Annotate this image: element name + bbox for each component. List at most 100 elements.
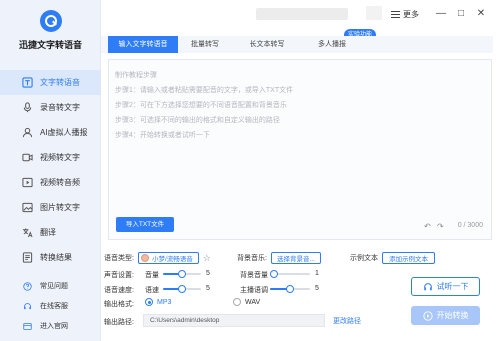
sidebar-item-translate[interactable]: 翻译 [0, 220, 101, 245]
translate-icon [22, 227, 33, 238]
bg-volume-slider[interactable] [270, 269, 310, 279]
sidebar-bottom-nav: 常见问题 在线客服 进入官网 [0, 276, 101, 336]
sidebar-item-label: 翻译 [40, 228, 56, 237]
support-icon [22, 301, 33, 312]
sidebar-item-video-to-audio[interactable]: 视频转音频 [0, 170, 101, 195]
app-title: 迅捷文字转语音 [18, 40, 82, 50]
volume-label: 音量 [145, 272, 159, 279]
tutorial-heading: 制作教程步骤 [115, 72, 157, 79]
slider-knob[interactable] [178, 285, 186, 293]
maximize-button[interactable]: □ [456, 9, 466, 19]
sidebar-item-website[interactable]: 进入官网 [0, 316, 101, 336]
voice-value: 小梦/流畅语音 [151, 256, 193, 263]
tab-batch[interactable]: 批量转写 [179, 36, 231, 53]
add-sample-text-button[interactable]: 添加示例文本 [382, 252, 435, 264]
tab-text-to-speech[interactable]: 输入文字转语音 [108, 36, 178, 53]
app-logo-icon [39, 10, 62, 32]
format-wav-option[interactable]: WAV [233, 298, 260, 306]
sample-text-label: 示例文本 [350, 255, 378, 262]
format-label: 输出格式: [104, 301, 134, 308]
app-logo-area: 迅捷文字转语音 [0, 10, 101, 60]
website-icon [22, 321, 33, 332]
path-label: 输出路径: [104, 319, 134, 326]
faq-icon [22, 281, 33, 292]
bg-volume-value: 1 [315, 270, 319, 277]
speed-value: 5 [206, 285, 210, 292]
radio-wav[interactable] [233, 298, 241, 306]
format-mp3-label: MP3 [157, 298, 172, 306]
voice-type-label: 语音类型: [104, 255, 134, 262]
listen-button[interactable]: 试听一下 [411, 277, 480, 296]
recording-icon [22, 102, 33, 113]
title-bar: 更多 — □ ✕ [101, 0, 500, 32]
bg-music-row: 背景音乐: 选择背景音... [237, 252, 321, 264]
redo-icon[interactable]: ↷ [437, 222, 444, 231]
start-convert-button[interactable]: 开始转换 [411, 306, 480, 325]
sidebar-item-label: 转换结果 [40, 253, 72, 262]
convert-button-label: 开始转换 [436, 311, 469, 320]
radio-mp3[interactable] [145, 298, 153, 306]
headphones-icon [423, 282, 432, 290]
sidebar-item-label: AI虚拟人播报 [40, 128, 88, 137]
change-path-link[interactable]: 更改路径 [333, 316, 361, 326]
output-path-field[interactable]: C:\Users\admin\desktop [143, 314, 325, 327]
minimize-button[interactable]: — [436, 9, 446, 19]
speed-slider[interactable] [163, 284, 201, 294]
speed-label: 语音速度: [104, 287, 134, 294]
volume-value: 5 [206, 270, 210, 277]
sidebar-item-text-to-speech[interactable]: 文字转语音 [0, 70, 101, 95]
sidebar-item-label: 视频转文字 [40, 153, 80, 162]
results-icon [22, 252, 33, 263]
sound-setting-label: 声音设置: [104, 272, 134, 279]
sidebar-item-label: 文字转语音 [40, 78, 80, 87]
sample-text-row: 示例文本 添加示例文本 [350, 252, 435, 264]
import-txt-button[interactable]: 导入TXT文件 [116, 217, 174, 232]
slider-knob[interactable] [286, 285, 294, 293]
sidebar-item-label: 进入官网 [40, 323, 68, 330]
sidebar-item-label: 图片转文字 [40, 203, 80, 212]
tab-bar: 输入文字转语音 批量转写 长文本转写 多人播报 [101, 36, 493, 53]
format-mp3-option[interactable]: MP3 [145, 298, 171, 306]
sidebar-item-recording-to-text[interactable]: 录音转文字 [0, 95, 101, 120]
tab-multi-voice[interactable]: 多人播报 [306, 36, 358, 53]
sidebar-item-image-to-text[interactable]: 图片转文字 [0, 195, 101, 220]
sidebar-item-ai-avatar[interactable]: AI虚拟人播报 [0, 120, 101, 145]
sidebar: 迅捷文字转语音 文字转语音 录音转文字 AI虚拟人播报 视频转文字 视频转音频 … [0, 0, 101, 341]
voice-select[interactable]: 小梦/流畅语音 [137, 252, 199, 264]
sidebar-item-video-to-text[interactable]: 视频转文字 [0, 145, 101, 170]
tutorial-step: 步骤4：开始转换或者试听一下 [115, 132, 210, 139]
volume-slider[interactable] [163, 269, 201, 279]
menu-icon [391, 11, 400, 18]
slider-knob[interactable] [270, 270, 278, 278]
format-wav-label: WAV [245, 298, 261, 306]
sidebar-nav: 文字转语音 录音转文字 AI虚拟人播报 视频转文字 视频转音频 图片转文字 翻译… [0, 70, 101, 270]
sidebar-item-label: 录音转文字 [40, 103, 80, 112]
video-to-audio-icon [22, 177, 33, 188]
undo-icon[interactable]: ↶ [424, 222, 431, 231]
ai-avatar-icon [22, 127, 33, 138]
tutorial-step: 步骤2：可在下方选择您想要的不同语音配置和背景音乐 [115, 102, 287, 109]
slider-knob[interactable] [178, 270, 186, 278]
voice-type-row: 语音类型: 小梦/流畅语音 ☆ [104, 252, 211, 264]
close-button[interactable]: ✕ [476, 9, 486, 19]
sidebar-item-support[interactable]: 在线客服 [0, 296, 101, 316]
more-menu-button[interactable]: 更多 [391, 9, 419, 20]
pitch-value: 5 [315, 285, 319, 292]
sidebar-item-faq[interactable]: 常见问题 [0, 276, 101, 296]
tutorial-step: 步骤3：可选择不同的输出的格式和自定义输出的路径 [115, 117, 280, 124]
sidebar-item-label: 常见问题 [40, 283, 68, 290]
more-menu-label: 更多 [403, 10, 419, 19]
redacted-icon [366, 6, 382, 20]
video-to-text-icon [22, 152, 33, 163]
image-to-text-icon [22, 202, 33, 213]
choose-bg-music-button[interactable]: 选择背景音... [270, 252, 321, 264]
text-to-speech-icon [22, 77, 33, 88]
tab-long-text[interactable]: 长文本转写 [236, 36, 298, 53]
sidebar-item-label: 视频转音频 [40, 178, 80, 187]
pitch-slider[interactable] [270, 284, 310, 294]
text-editor[interactable]: 制作教程步骤 步骤1：请输入或者粘贴需要配音的文字，或导入TXT文件 步骤2：可… [108, 59, 492, 240]
sidebar-item-results[interactable]: 转换结果 [0, 245, 101, 270]
favorite-star-icon[interactable]: ☆ [203, 253, 211, 264]
pitch-label: 主播语调 [240, 287, 268, 294]
convert-icon [422, 310, 433, 321]
